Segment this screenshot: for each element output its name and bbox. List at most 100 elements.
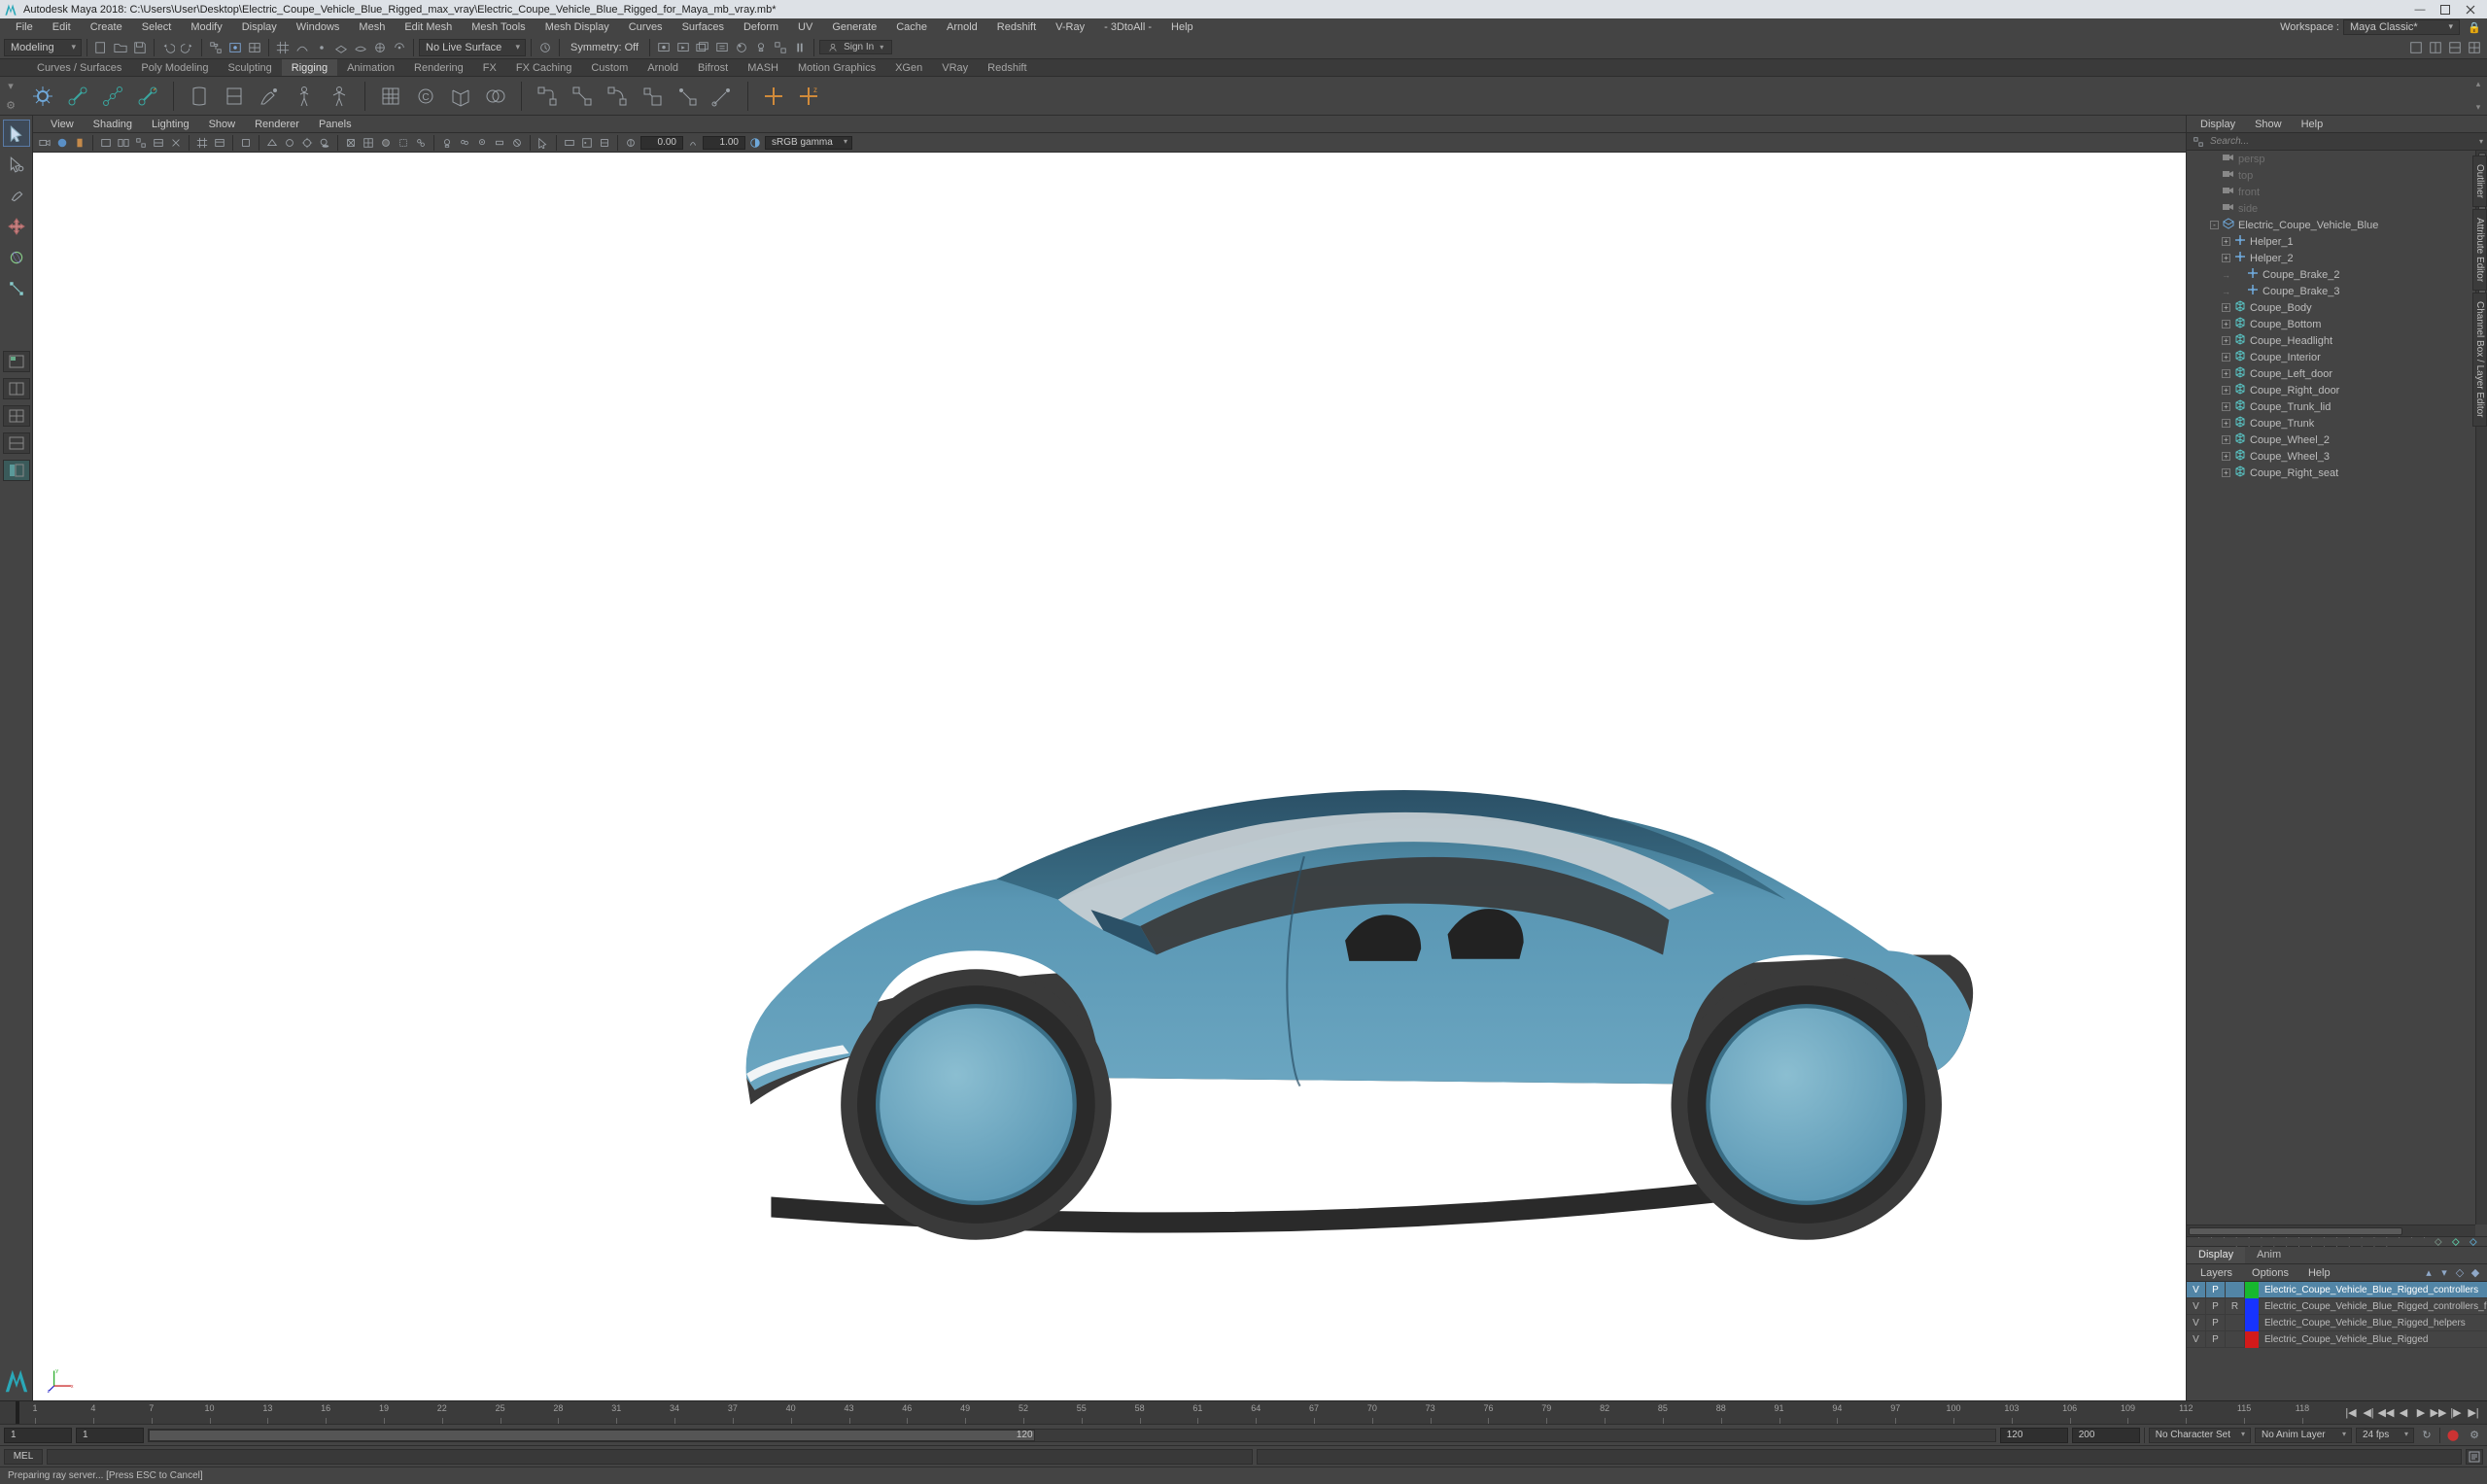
- shelf-tab-vray[interactable]: VRay: [932, 59, 978, 76]
- menu-item--3dtoall-[interactable]: - 3DtoAll -: [1094, 19, 1161, 35]
- constraint-orient-icon[interactable]: [604, 83, 631, 110]
- layer-visibility[interactable]: V: [2187, 1331, 2206, 1348]
- menu-item-redshift[interactable]: Redshift: [987, 19, 1046, 35]
- layer-playback[interactable]: P: [2206, 1282, 2226, 1298]
- range-end-outer[interactable]: 200: [2072, 1428, 2140, 1443]
- attr-link-a-icon[interactable]: ⬦: [2435, 1236, 2446, 1248]
- light-editor-icon[interactable]: [752, 39, 770, 56]
- shelf-tab-rendering[interactable]: Rendering: [404, 59, 473, 76]
- shelf-tab-bifrost[interactable]: Bifrost: [688, 59, 738, 76]
- xray-joints-icon[interactable]: [413, 135, 429, 151]
- driven-key-output-icon[interactable]: z: [795, 83, 822, 110]
- menu-item-curves[interactable]: Curves: [619, 19, 673, 35]
- layer-playback[interactable]: P: [2206, 1298, 2226, 1315]
- outliner-item-coupe_right_door[interactable]: +Coupe_Right_door: [2187, 382, 2487, 398]
- exp-lock-icon[interactable]: [579, 135, 595, 151]
- select-bycamera-icon[interactable]: [535, 135, 551, 151]
- exposure-field[interactable]: 0.00: [640, 136, 683, 150]
- outliner-item-coupe_trunk[interactable]: +Coupe_Trunk: [2187, 415, 2487, 431]
- attr-link-c-icon[interactable]: ⬦: [2470, 1236, 2481, 1248]
- panel-menu-show[interactable]: Show: [199, 117, 246, 132]
- layer-new-selected-icon[interactable]: ◆: [2468, 1265, 2483, 1281]
- bookmark-icon[interactable]: [72, 135, 87, 151]
- time-slider[interactable]: 1471013161922252831343740434649525558616…: [0, 1400, 2487, 1424]
- render-settings-icon[interactable]: [713, 39, 731, 56]
- outliner-tree[interactable]: persptopfrontside-Electric_Coupe_Vehicle…: [2187, 151, 2487, 1236]
- range-track[interactable]: 120: [148, 1429, 1996, 1442]
- play-forward-icon[interactable]: ▶: [2413, 1405, 2429, 1421]
- layer-menu-layers[interactable]: Layers: [2191, 1265, 2242, 1281]
- outliner-item-coupe_brake_3[interactable]: →Coupe_Brake_3: [2187, 283, 2487, 299]
- panel-menu-renderer[interactable]: Renderer: [245, 117, 309, 132]
- light-default-icon[interactable]: [439, 135, 455, 151]
- wireframe-icon[interactable]: [264, 135, 280, 151]
- expand-icon[interactable]: +: [2222, 402, 2230, 411]
- cluster-icon[interactable]: C: [412, 83, 439, 110]
- new-scene-icon[interactable]: [92, 39, 110, 56]
- layout-preset-3[interactable]: [3, 405, 30, 427]
- constraint-aim-icon[interactable]: [674, 83, 701, 110]
- snap-point-icon[interactable]: [313, 39, 330, 56]
- layout-preset-4[interactable]: [3, 432, 30, 454]
- panel-menu-shading[interactable]: Shading: [84, 117, 142, 132]
- light-selected-icon[interactable]: [474, 135, 490, 151]
- lattice-icon[interactable]: [377, 83, 404, 110]
- layer-display-type[interactable]: R: [2226, 1298, 2245, 1315]
- layer-playback[interactable]: P: [2206, 1331, 2226, 1348]
- exp-clamp-icon[interactable]: [597, 135, 612, 151]
- safe-action-icon[interactable]: [168, 135, 184, 151]
- menu-item-help[interactable]: Help: [1161, 19, 1203, 35]
- render-setup-icon[interactable]: [772, 39, 789, 56]
- outliner-item-persp[interactable]: persp: [2187, 151, 2487, 167]
- script-editor-button[interactable]: [2466, 1449, 2483, 1465]
- constraint-point-icon[interactable]: [569, 83, 596, 110]
- shelf-tab-sculpting[interactable]: Sculpting: [219, 59, 282, 76]
- hypershade-icon[interactable]: [733, 39, 750, 56]
- layer-move-down-icon[interactable]: ▾: [2436, 1265, 2452, 1281]
- outliner-menu-show[interactable]: Show: [2245, 117, 2292, 132]
- ik-handle-icon[interactable]: [134, 83, 161, 110]
- constraint-parent-icon[interactable]: [534, 83, 561, 110]
- textured-icon[interactable]: [361, 135, 376, 151]
- auto-key-icon[interactable]: ⬤: [2444, 1427, 2462, 1444]
- layer-visibility[interactable]: V: [2187, 1282, 2206, 1298]
- menu-item-v-ray[interactable]: V-Ray: [1046, 19, 1094, 35]
- step-forward-icon[interactable]: ▶▶: [2431, 1405, 2446, 1421]
- layout-4-icon[interactable]: [2466, 39, 2483, 56]
- expand-icon[interactable]: +: [2222, 452, 2230, 461]
- sel-component-icon[interactable]: [246, 39, 263, 56]
- isolate-icon[interactable]: [238, 135, 254, 151]
- menuset-select[interactable]: Modeling: [4, 39, 82, 56]
- film-gate-icon[interactable]: [133, 135, 149, 151]
- use-all-lights-icon[interactable]: [299, 135, 315, 151]
- outliner-item-top[interactable]: top: [2187, 167, 2487, 184]
- snap-surface-icon[interactable]: [352, 39, 369, 56]
- shelf-tab-rigging[interactable]: Rigging: [282, 59, 337, 76]
- menu-item-modify[interactable]: Modify: [181, 19, 231, 35]
- resolution-gate-icon[interactable]: [151, 135, 166, 151]
- command-input[interactable]: [47, 1449, 1253, 1465]
- sign-in-button[interactable]: Sign In ▾: [819, 40, 892, 54]
- layer-display-type[interactable]: [2226, 1282, 2245, 1298]
- render-sequence-icon[interactable]: [694, 39, 711, 56]
- layer-row[interactable]: VPElectric_Coupe_Vehicle_Blue_Rigged_hel…: [2187, 1315, 2487, 1331]
- layer-display-type[interactable]: [2226, 1331, 2245, 1348]
- layout-3-icon[interactable]: [2446, 39, 2464, 56]
- outliner-filter-icon[interactable]: [2191, 134, 2206, 150]
- layer-visibility[interactable]: V: [2187, 1315, 2206, 1331]
- menu-item-mesh[interactable]: Mesh: [349, 19, 395, 35]
- close-button[interactable]: [2458, 0, 2483, 18]
- outliner-item-coupe_right_seat[interactable]: +Coupe_Right_seat: [2187, 465, 2487, 481]
- shelf-tab-arnold[interactable]: Arnold: [638, 59, 688, 76]
- outliner-item-coupe_interior[interactable]: +Coupe_Interior: [2187, 349, 2487, 365]
- lock-icon[interactable]: 🔒: [2468, 21, 2481, 34]
- view-transform-select[interactable]: sRGB gamma: [765, 136, 852, 150]
- outliner-menu-display[interactable]: Display: [2191, 117, 2245, 132]
- grid-toggle-icon[interactable]: [194, 135, 210, 151]
- select-camera-icon[interactable]: [37, 135, 52, 151]
- expand-icon[interactable]: +: [2222, 254, 2230, 262]
- shadows-icon[interactable]: [317, 135, 332, 151]
- edge-tab-attribute-editor[interactable]: Attribute Editor: [2472, 209, 2487, 291]
- character-set-select[interactable]: No Character Set: [2149, 1428, 2251, 1443]
- shelf-tab-xgen[interactable]: XGen: [885, 59, 932, 76]
